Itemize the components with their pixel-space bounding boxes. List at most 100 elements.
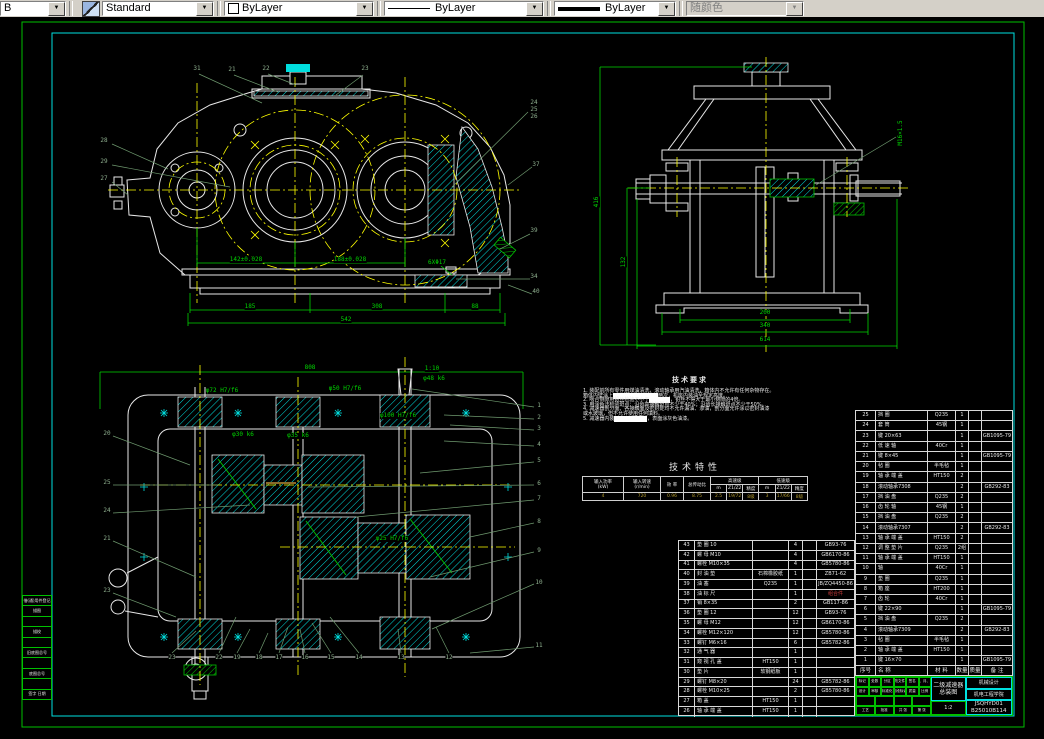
cad-text-label: 21 [228,66,236,73]
drawing-canvas[interactable]: 31 21 22 23 28 29 27 24 25 26 37 39 34 40 142±0.028 188… [0,17,1044,739]
cad-text-label: φ30 k6 [232,431,254,438]
lineweight-combo[interactable]: ByLayer ▼ [554,1,676,16]
bom-row: 12 调 整 垫 片 Q235 2组 [856,543,1012,555]
bom-row: 41 螺栓 M10×35 4 GB5780-86 [679,560,854,571]
title-block-revision-grid: 标记处数分区更改文件号签名年、月、日设计审核标准化阶段标记质量比例工艺批准共 张… [856,677,932,715]
layer-combo[interactable]: B ▼ [0,1,66,16]
toolbar-separator [217,1,221,16]
margin-strip-cell [23,679,51,690]
color-swatch-icon [228,3,239,14]
margin-strip-cell: 签字 日期 [28,691,46,697]
bom-row: 14 滚动轴承7307 2 GB292-83 [856,523,1012,534]
bom-row: 35 螺 母 M12 12 GB6170-86 [679,619,854,629]
cad-text-label: 23 [103,587,111,594]
note-line: 5. 减速器内装L-AN68润滑油，表面涂灰色油漆。 [583,415,693,422]
cad-text-label: 6 [537,480,541,487]
cad-text-label: 2 [537,414,541,421]
cad-text-label: 200 [759,309,771,316]
cad-text-label: 23 [361,65,369,72]
bom-row: 32 通 气 器1 [679,648,854,659]
linetype-combo[interactable]: ByLayer ▼ [384,1,544,16]
bom-row: 3毡 圈半毛毡 1 [856,635,1012,647]
lineweight-combo-value: ByLayer [605,2,646,14]
cad-text-label: 188±0.028 [333,256,367,263]
cad-text-label: 18 [255,654,263,661]
bom-row: 13 轴 承 端 盖 HT150 2 [856,533,1012,544]
tech-h-ratio: 总传动比 [683,476,711,493]
margin-info-strip: 借(通)用件登记 描图 描校 旧底图总号 底图总号 签字 日期 [22,595,52,700]
chevron-down-icon[interactable]: ▼ [356,1,373,16]
bom-row: 21 键 8×45 1 GB1095-79 [856,451,1012,463]
cad-text-label: 185 [244,303,256,310]
bom-row: 40 封 油 垫石棉橡胶纸 1 ZB71-62 [679,570,854,581]
margin-strip-cell [23,638,51,649]
text-style-icon[interactable] [82,0,100,17]
tech-v-z2: 17/66 [774,492,792,501]
bom-row: 9垫 圈 Q235 1 [856,574,1012,585]
bom-row: 16 齿 轮 轴 45钢 1 [856,502,1012,514]
layer-combo-value: B [4,2,12,14]
bom-row: 28 螺栓 M10×25 2 GB5780-86 [679,687,854,698]
cad-text-label: M16×1.5 [897,120,904,146]
cad-text-label: 22 [215,654,223,661]
plotstyle-combo: 随颜色 ▼ [686,1,804,16]
bom-row: 18 滚动轴承7308 2 GB292-83 [856,482,1012,493]
bom-row: 26 轴 承 端 盖 HT150 1 [679,707,854,717]
chevron-down-icon[interactable]: ▼ [48,1,65,16]
cad-text-label: 34 [530,273,538,280]
margin-strip-cell [23,658,51,669]
margin-strip-cell: 旧底图总号 [23,648,51,659]
tech-h-eff: 效 率 [660,476,684,493]
style-combo[interactable]: Standard ▼ [102,1,214,16]
bom-row: 30 垫 片软钢纸板 1 [679,667,854,678]
toolbar: B ▼ Standard ▼ ByLayer ▼ ByLayer ▼ ByLay… [0,0,1044,18]
bom-row: 34 螺栓 M12×120 12 GB5780-86 [679,628,854,639]
margin-strip-cell: 描校 [23,627,51,638]
tech-v-ratio: 8.75 [683,492,711,501]
bom-row: 11 轴 承 端 盖 HT150 1 [856,554,1012,565]
bom-row: 25 挡 圈 Q235 1 [856,411,1012,422]
linetype-sample-icon [388,8,430,9]
cad-text-label: 13 [397,654,405,661]
bom-row: 43 垫 圈 10 4 GB93-76 [679,541,854,551]
tech-h-m2: m [758,484,776,493]
tech-v-g2: 8级 [790,492,809,501]
chevron-down-icon[interactable]: ▼ [526,1,543,16]
cad-text-label: φ48 k6 [423,375,445,382]
bom-row: 8箱 座 HT200 1 [856,584,1012,595]
tech-title: 技术特性 [668,463,721,473]
chevron-down-icon[interactable]: ▼ [658,1,675,16]
technical-requirements: 技术要求 1. 装配前所有零件用煤油清洗，滚动轴承用汽油清洗，箱体内不允许有任何… [583,375,815,422]
bom-row: 39 油 塞 Q235 1 JB/ZQ4450-86 [679,580,854,590]
color-combo[interactable]: ByLayer ▼ [224,1,374,16]
color-combo-value: ByLayer [242,2,283,14]
tech-h-low: 低速级 [758,476,808,485]
bom-row: 20 毡 圈半毛毡 1 [856,462,1012,473]
toolbar-separator [679,1,683,16]
plotstyle-combo-value: 随颜色 [690,2,723,14]
cad-text-label: 1:10 [424,365,440,372]
bom-row: 37 销 8×35 2 GB117-86 [679,599,854,610]
cad-text-label: φ25 H7/f6 [375,535,409,542]
cad-text-label: 3 [537,425,541,432]
cad-text-label: 31 [193,65,201,72]
chevron-down-icon[interactable]: ▼ [196,1,213,16]
bom-row: 17 挡 油 盘 Q235 2 [856,492,1012,503]
tech-h-g1: 精度 [742,484,760,493]
tech-v-speed: 720 [623,492,661,501]
tech-v-g1: 8级 [742,492,760,501]
bom-row: 15 挡 油 盘 Q235 2 [856,513,1012,524]
bom-row: 36 垫 圈 12 12 GB93-76 [679,609,854,620]
cad-text-label: 25 [103,479,111,486]
bom-row: 19 轴 承 端 盖 HT150 2 [856,472,1012,483]
cad-text-label: 542 [340,316,352,323]
cad-text-label: 88 [471,303,479,310]
chevron-down-icon: ▼ [786,1,803,16]
tech-h-z2: Z1/Z2 [774,484,792,493]
tech-v-z1: 19/72 [726,492,744,501]
cad-text-label: 142±0.028 [229,256,263,263]
cad-text-label: 21 [103,535,111,542]
cad-text-label: φ50 H7/f6 [328,385,362,392]
org-name-school: 机电工程学院 [965,688,1012,700]
cad-text-label: 9 [537,547,541,554]
